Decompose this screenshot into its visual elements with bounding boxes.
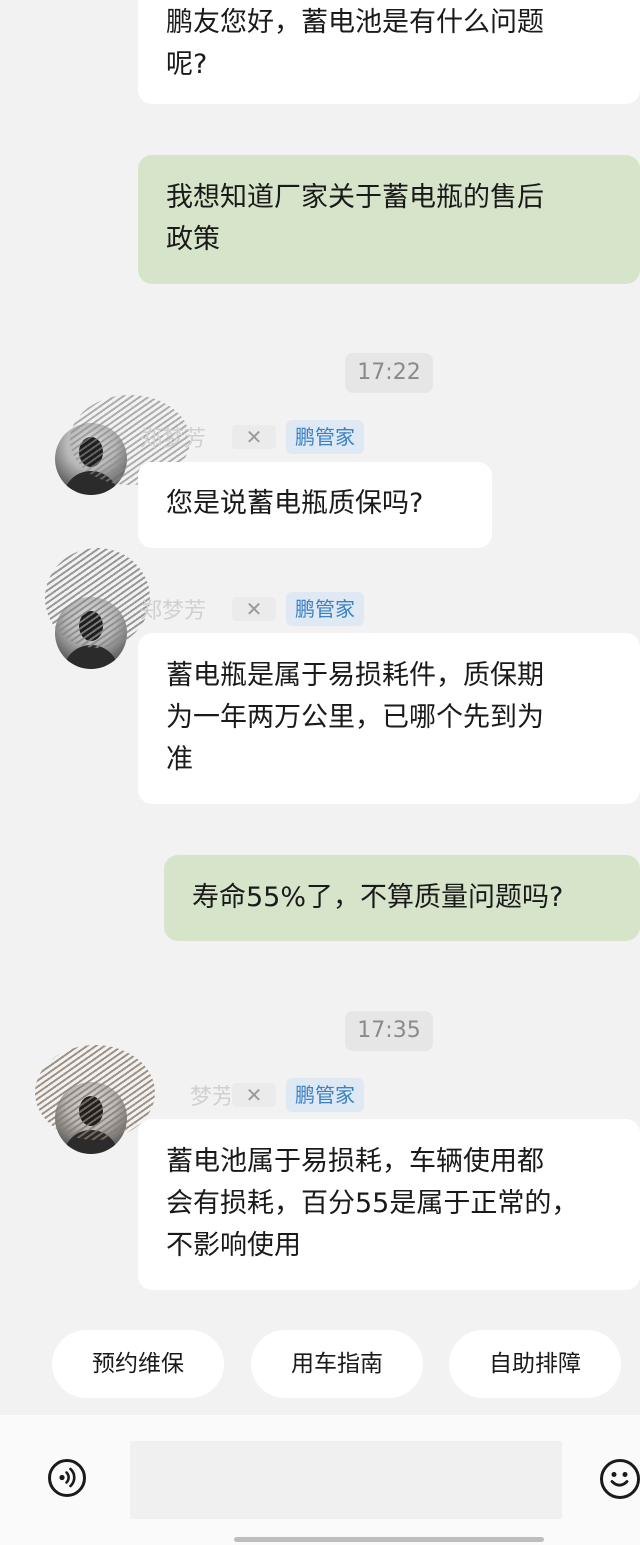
- sender-name: 郑梦芳: [140, 427, 207, 452]
- sender-tag: 鹏管家: [286, 420, 364, 454]
- home-indicator[interactable]: [234, 1537, 544, 1542]
- message-bubble-incoming[interactable]: 鹏友您好，蓄电池是有什么问题 呢?: [138, 0, 640, 104]
- brand-x-icon: ✕: [232, 1083, 276, 1107]
- quick-action-maintenance-booking[interactable]: 预约维保: [52, 1330, 224, 1398]
- message-input[interactable]: [130, 1441, 562, 1519]
- message-bubble-incoming[interactable]: 蓄电瓶是属于易损耗件，质保期 为一年两万公里，已哪个先到为 准: [138, 633, 640, 804]
- sender-row: 梦芳 ✕ 鹏管家: [140, 1078, 364, 1112]
- message-bubble-incoming[interactable]: 您是说蓄电瓶质保吗?: [138, 462, 492, 548]
- message-bubble-outgoing[interactable]: 寿命55%了，不算质量问题吗?: [164, 855, 640, 941]
- message-bubble-incoming[interactable]: 蓄电池属于易损耗，车辆使用都 会有损耗，百分55是属于正常的， 不影响使用: [138, 1119, 640, 1290]
- avatar-scribble-overlay: [35, 1045, 155, 1140]
- avatar-body: [63, 645, 119, 669]
- brand-x-icon: ✕: [232, 597, 276, 621]
- brand-x-icon: ✕: [232, 425, 276, 449]
- sender-row: 郑梦芳 ✕ 鹏管家: [140, 592, 364, 626]
- quick-action-self-troubleshoot[interactable]: 自助排障: [449, 1330, 621, 1398]
- sender-name: 郑梦芳: [140, 599, 207, 624]
- message-timestamp: 17:22: [345, 353, 433, 393]
- message-bubble-outgoing[interactable]: 我想知道厂家关于蓄电瓶的售后 政策: [138, 155, 640, 284]
- message-timestamp: 17:35: [345, 1011, 433, 1051]
- voice-input-icon[interactable]: [48, 1459, 86, 1497]
- sender-row: 郑梦芳 ✕ 鹏管家: [140, 420, 364, 454]
- sender-name: 梦芳: [190, 1085, 230, 1110]
- avatar-scribble-overlay: [45, 548, 150, 648]
- chat-screen: 鹏友您好，蓄电池是有什么问题 呢? 我想知道厂家关于蓄电瓶的售后 政策 17:2…: [0, 0, 640, 1545]
- emoji-icon[interactable]: [600, 1459, 640, 1499]
- sender-tag: 鹏管家: [286, 1078, 364, 1112]
- sender-tag: 鹏管家: [286, 592, 364, 626]
- quick-action-driving-guide[interactable]: 用车指南: [251, 1330, 423, 1398]
